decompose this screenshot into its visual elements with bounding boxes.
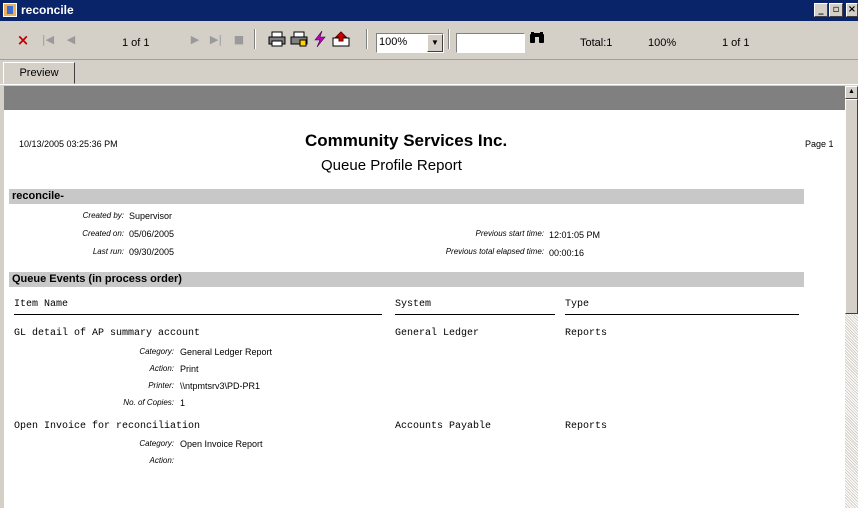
window-title: reconcile [21, 3, 74, 17]
last-page-icon[interactable]: ▶| [208, 31, 224, 49]
event-type: Reports [565, 421, 608, 432]
column-underline [395, 314, 555, 315]
detail-label: Printer: [148, 381, 174, 390]
page-indicator: 1 of 1 [122, 37, 150, 49]
created-on-label: Created on: [82, 229, 124, 238]
created-on-value: 05/06/2005 [129, 229, 175, 239]
report-viewer: 10/13/2005 03:25:36 PM Community Service… [4, 86, 845, 508]
refresh-icon[interactable] [311, 30, 329, 49]
percent-label: 100% [648, 37, 677, 49]
detail-label: No. of Copies: [123, 398, 174, 407]
previous-elapsed-value: 00:00:16 [549, 248, 585, 258]
previous-start-value: 12:01:05 PM [549, 230, 601, 240]
company-name: Community Services Inc. [305, 131, 508, 150]
column-underline [565, 314, 799, 315]
event-type: Reports [565, 328, 608, 339]
detail-label: Action: [149, 364, 174, 373]
previous-page-icon[interactable]: ◀ [64, 31, 78, 49]
previous-elapsed-label: Previous total elapsed time: [445, 247, 544, 256]
previous-start-label: Previous start time: [475, 229, 544, 238]
binoculars-icon[interactable] [529, 31, 545, 49]
column-header-item-name: Item Name [14, 299, 69, 310]
event-system: General Ledger [395, 328, 480, 339]
tab-bar: Preview [0, 60, 858, 85]
created-by-label: Created by: [82, 211, 124, 220]
event-name: GL detail of AP summary account [14, 328, 201, 339]
event-system: Accounts Payable [395, 421, 492, 432]
restore-icon[interactable]: ▫ [829, 3, 843, 17]
toolbar-separator [254, 29, 256, 49]
detail-label: Category: [139, 347, 174, 356]
stop-icon[interactable]: × [14, 31, 32, 49]
column-underline [14, 314, 382, 315]
minimize-icon[interactable]: _ [814, 3, 828, 17]
print-setup-icon[interactable] [289, 31, 309, 49]
app-icon [3, 3, 17, 17]
tab-preview[interactable]: Preview [3, 62, 75, 84]
print-icon[interactable] [267, 31, 287, 49]
toolbar: × |◀ ◀ 1 of 1 ▶ ▶| ■ 100% ▼ Total:1 100%… [0, 21, 858, 60]
chevron-down-icon[interactable]: ▼ [427, 34, 443, 52]
section-title: reconcile- [12, 190, 64, 202]
section-bar: reconcile- [9, 189, 804, 204]
event-name: Open Invoice for reconciliation [14, 421, 201, 432]
detail-value: Print [180, 364, 199, 374]
total-label: Total:1 [580, 37, 613, 49]
detail-label: Action: [149, 456, 174, 465]
first-page-icon[interactable]: |◀ [40, 31, 56, 49]
export-icon[interactable] [331, 31, 351, 49]
close-icon[interactable]: × [846, 3, 858, 17]
page-number: Page 1 [805, 139, 834, 149]
zoom-select[interactable]: 100% ▼ [376, 33, 444, 53]
column-header-system: System [395, 299, 432, 310]
detail-value: General Ledger Report [180, 347, 273, 357]
detail-value: 1 [180, 398, 186, 408]
column-header-type: Type [565, 299, 590, 310]
detail-value: \\ntpmtsrv3\PD-PR1 [180, 381, 261, 391]
scrollbar-thumb[interactable] [845, 99, 858, 314]
vertical-scrollbar[interactable]: ▲ [845, 86, 858, 508]
title-bar: reconcile _ ▫ × [0, 0, 858, 21]
viewer-header-strip [4, 86, 845, 110]
toolbar-separator [448, 29, 450, 49]
report-title: Queue Profile Report [321, 157, 462, 174]
zoom-value: 100% [379, 36, 408, 48]
detail-label: Category: [139, 439, 174, 448]
detail-value: Open Invoice Report [180, 439, 263, 449]
last-run-label: Last run: [92, 247, 124, 256]
queue-events-bar: Queue Events (in process order) [9, 272, 804, 287]
created-by-value: Supervisor [129, 211, 173, 221]
page-count: 1 of 1 [722, 37, 750, 49]
search-input[interactable] [456, 33, 525, 53]
toolbar-separator [366, 29, 368, 49]
stop-loading-icon[interactable]: ■ [232, 31, 246, 49]
last-run-value: 09/30/2005 [129, 247, 175, 257]
scroll-up-icon[interactable]: ▲ [845, 86, 858, 99]
next-page-icon[interactable]: ▶ [188, 31, 202, 49]
queue-events-title: Queue Events (in process order) [12, 273, 182, 285]
report-timestamp: 10/13/2005 03:25:36 PM [19, 139, 118, 149]
